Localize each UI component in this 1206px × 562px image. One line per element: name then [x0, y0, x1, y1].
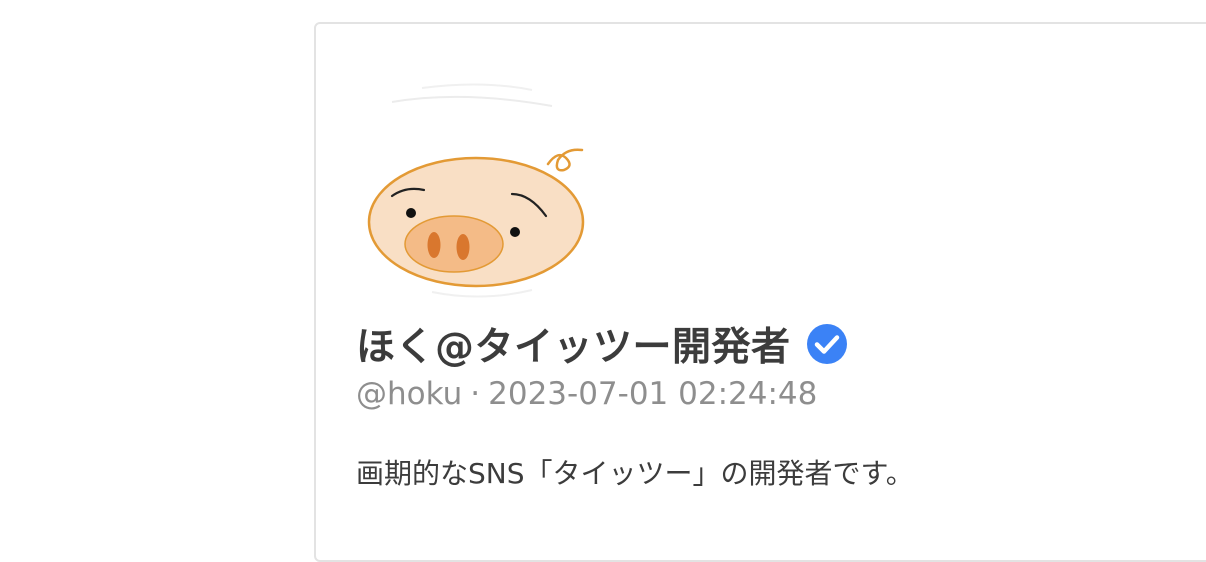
user-handle[interactable]: @hoku: [356, 376, 462, 412]
meta-row: @hoku · 2023-07-01 02:24:48: [356, 376, 817, 412]
avatar[interactable]: [362, 54, 602, 304]
pig-face-icon: [367, 83, 585, 298]
name-row: ほく@タイッツー開発者: [356, 316, 849, 372]
verified-check-icon: [805, 322, 849, 366]
display-name: ほく@タイッツー開発者: [356, 325, 791, 370]
meta-separator: ·: [470, 376, 481, 412]
profile-bio: 画期的なSNS「タイッツー」の開発者です。: [356, 457, 914, 490]
profile-card: ほく@タイッツー開発者 @hoku · 2023-07-01 02:24:48 画期…: [314, 22, 1206, 562]
post-timestamp[interactable]: 2023-07-01 02:24:48: [488, 376, 817, 412]
